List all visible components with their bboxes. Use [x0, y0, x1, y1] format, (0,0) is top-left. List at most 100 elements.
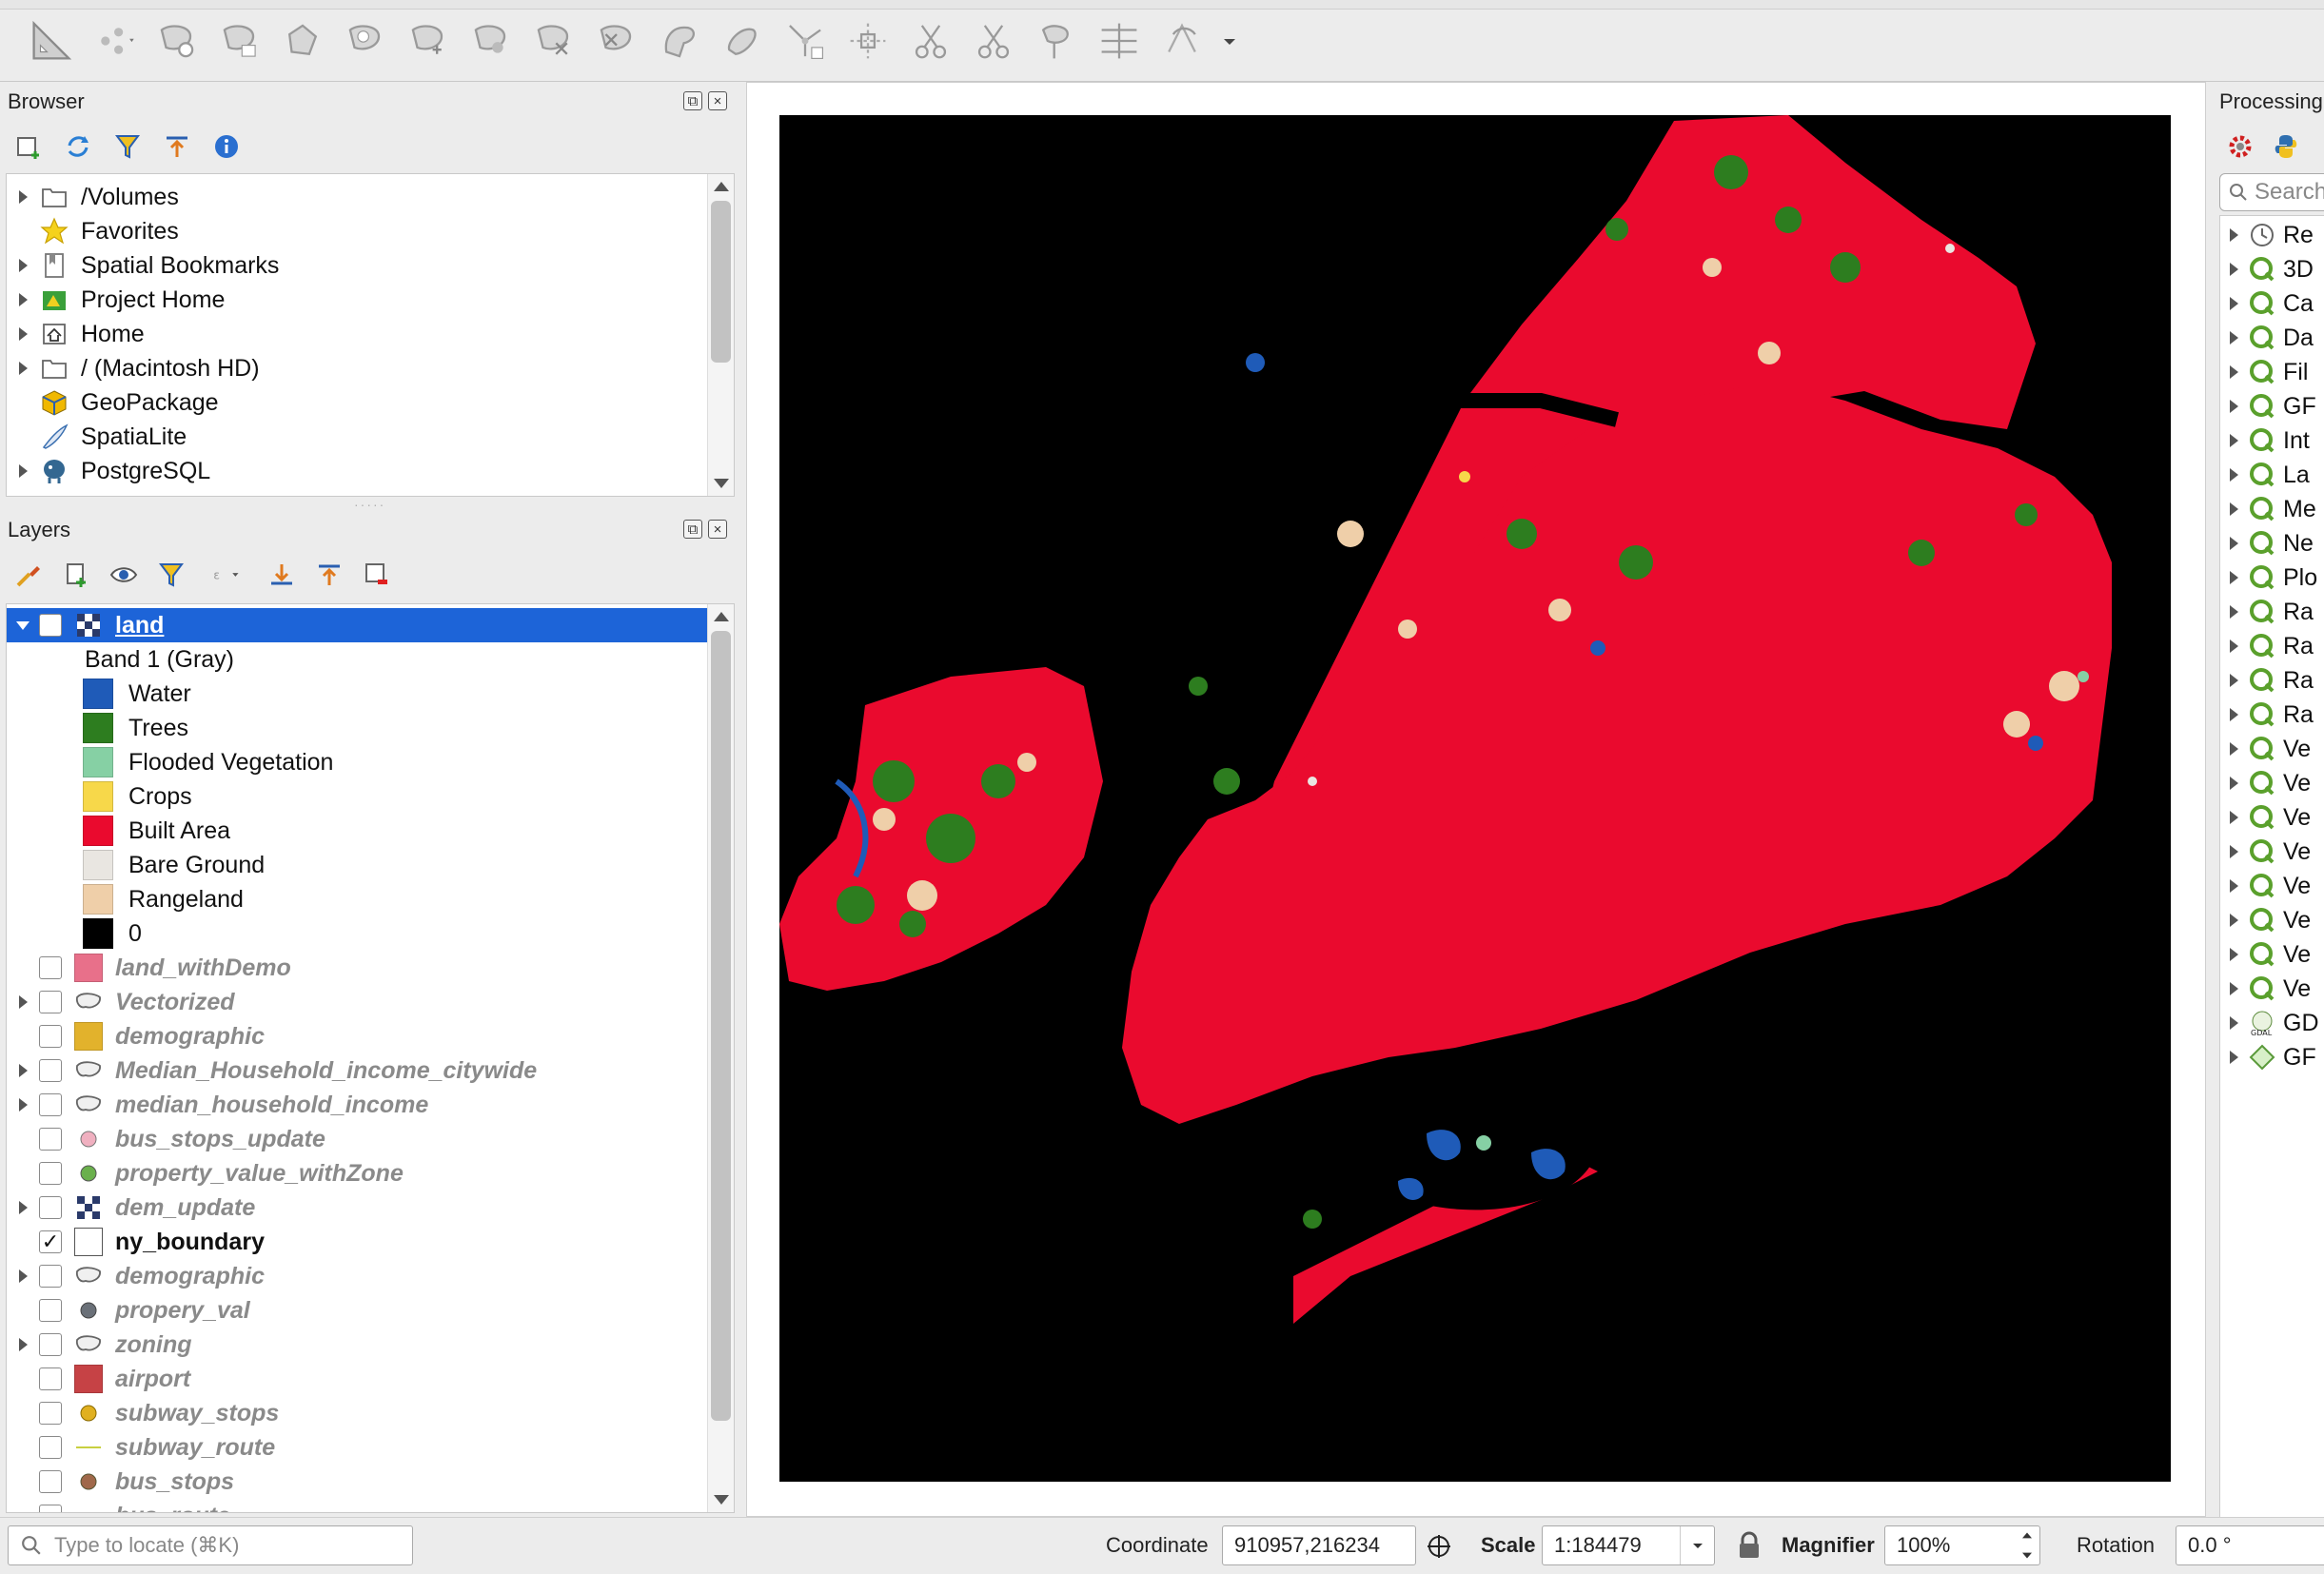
- layer-styling-icon[interactable]: [13, 560, 44, 590]
- expand-arrow-icon[interactable]: [18, 995, 28, 1009]
- close-panel-icon[interactable]: ×: [708, 520, 727, 539]
- collapse-all-icon[interactable]: [162, 131, 192, 162]
- layer-visibility-checkbox[interactable]: [39, 1128, 62, 1151]
- browser-item[interactable]: Home: [7, 317, 145, 351]
- layer-visibility-checkbox[interactable]: [39, 1093, 62, 1116]
- expand-arrow-icon[interactable]: [2229, 1016, 2238, 1030]
- coordinate-field[interactable]: 910957,216234: [1222, 1525, 1416, 1565]
- layer-row[interactable]: bus_stops: [7, 1465, 234, 1499]
- layer-row[interactable]: subway_stops: [7, 1396, 279, 1430]
- lock-icon[interactable]: [1736, 1531, 1763, 1560]
- processing-provider[interactable]: 3D: [2220, 252, 2314, 286]
- collapse-all-layers-icon[interactable]: [314, 560, 345, 590]
- layer-row[interactable]: propery_val: [7, 1293, 250, 1328]
- expand-arrow-icon[interactable]: [18, 190, 28, 204]
- layer-visibility-checkbox[interactable]: [39, 1505, 62, 1512]
- expand-arrow-icon[interactable]: [2229, 879, 2238, 893]
- expand-arrow-icon[interactable]: [2229, 400, 2238, 413]
- offset-icon[interactable]: [718, 16, 767, 66]
- expand-arrow-icon[interactable]: [2229, 605, 2238, 619]
- chevron-down-icon[interactable]: [1220, 16, 1239, 66]
- processing-provider[interactable]: Int: [2220, 423, 2310, 458]
- processing-provider[interactable]: GF: [2220, 1040, 2316, 1074]
- layer-visibility-checkbox[interactable]: [39, 1333, 62, 1356]
- layer-row[interactable]: property_value_withZone: [7, 1156, 404, 1190]
- expand-arrow-icon[interactable]: [2229, 365, 2238, 379]
- expand-arrow-icon[interactable]: [18, 293, 28, 306]
- expand-arrow-icon[interactable]: [18, 464, 28, 478]
- expand-arrow-icon[interactable]: [18, 1201, 28, 1214]
- vertex-tool-icon[interactable]: [780, 16, 830, 66]
- expand-arrow-icon[interactable]: [2229, 948, 2238, 961]
- layer-row[interactable]: zoning: [7, 1328, 192, 1362]
- processing-provider[interactable]: Ne: [2220, 526, 2314, 561]
- measure-icon[interactable]: [27, 16, 76, 66]
- add-group-icon[interactable]: [61, 560, 91, 590]
- processing-provider[interactable]: Ve: [2220, 972, 2311, 1006]
- processing-provider[interactable]: Ra: [2220, 663, 2314, 698]
- expand-arrow-icon[interactable]: [2229, 777, 2238, 790]
- add-part-icon[interactable]: [404, 16, 453, 66]
- filter-icon[interactable]: [112, 131, 143, 162]
- magnifier-spinbox[interactable]: 100%: [1884, 1525, 2040, 1565]
- filter-legend-icon[interactable]: [156, 560, 187, 590]
- fill-ring-icon[interactable]: [466, 16, 516, 66]
- remove-layer-icon[interactable]: [362, 560, 392, 590]
- layer-row[interactable]: subway_route: [7, 1430, 275, 1465]
- expand-arrow-icon[interactable]: [2229, 571, 2238, 584]
- snapping-icon[interactable]: [843, 16, 893, 66]
- expand-arrow-icon[interactable]: [2229, 263, 2238, 276]
- expand-arrow-icon[interactable]: [18, 1098, 28, 1112]
- visibility-icon[interactable]: [108, 560, 139, 590]
- expand-arrow-icon[interactable]: [2229, 297, 2238, 310]
- add-layer-icon[interactable]: [13, 131, 44, 162]
- browser-item[interactable]: Spatial Bookmarks: [7, 248, 279, 283]
- layer-row[interactable]: airport: [7, 1362, 190, 1396]
- layer-visibility-checkbox[interactable]: [39, 1402, 62, 1425]
- chevron-down-icon[interactable]: [1680, 1526, 1714, 1564]
- processing-provider[interactable]: Fil: [2220, 355, 2308, 389]
- scale-combobox[interactable]: 1:184479: [1542, 1525, 1715, 1565]
- expand-arrow-icon[interactable]: [2229, 537, 2238, 550]
- expand-arrow-icon[interactable]: [18, 362, 28, 375]
- layer-visibility-checkbox[interactable]: [39, 1162, 62, 1185]
- processing-provider[interactable]: Ra: [2220, 595, 2314, 629]
- layer-row[interactable]: median_household_income: [7, 1088, 428, 1122]
- add-point-icon[interactable]: [89, 16, 139, 66]
- panel-splitter[interactable]: ·····: [354, 497, 385, 512]
- layer-row-land[interactable]: ✓ land: [7, 608, 707, 642]
- expand-arrow-icon[interactable]: [2229, 228, 2238, 242]
- layer-row[interactable]: Median_Household_income_citywide: [7, 1053, 537, 1088]
- expand-arrow-icon[interactable]: [2229, 708, 2238, 721]
- processing-provider[interactable]: Ra: [2220, 629, 2314, 663]
- processing-provider[interactable]: Ve: [2220, 766, 2311, 800]
- processing-provider[interactable]: Ve: [2220, 732, 2311, 766]
- expand-arrow-icon[interactable]: [2229, 1051, 2238, 1064]
- add-ring-icon[interactable]: [341, 16, 390, 66]
- layer-visibility-checkbox[interactable]: [39, 991, 62, 1013]
- expand-arrow-icon[interactable]: [2229, 434, 2238, 447]
- layer-visibility-checkbox[interactable]: [39, 1196, 62, 1219]
- expand-arrow-icon[interactable]: [2229, 502, 2238, 516]
- browser-item[interactable]: GeoPackage: [7, 385, 219, 420]
- layer-row[interactable]: bus_route: [7, 1499, 230, 1512]
- layer-row[interactable]: demographic: [7, 1259, 265, 1293]
- processing-provider[interactable]: Ca: [2220, 286, 2314, 321]
- close-panel-icon[interactable]: ×: [708, 91, 727, 110]
- refresh-icon[interactable]: [63, 131, 93, 162]
- layer-visibility-checkbox[interactable]: [39, 1299, 62, 1322]
- expand-all-icon[interactable]: [266, 560, 297, 590]
- rotation-field[interactable]: 0.0 °: [2176, 1525, 2324, 1565]
- extents-toggle-icon[interactable]: [1424, 1531, 1454, 1562]
- layer-visibility-checkbox[interactable]: [39, 1367, 62, 1390]
- collapse-arrow-icon[interactable]: [16, 620, 30, 630]
- processing-provider[interactable]: Ve: [2220, 800, 2311, 835]
- browser-item[interactable]: / (Macintosh HD): [7, 351, 260, 385]
- layer-visibility-checkbox[interactable]: ✓: [39, 614, 62, 637]
- browser-item[interactable]: Project Home: [7, 283, 225, 317]
- float-panel-icon[interactable]: ⧉: [683, 91, 702, 110]
- float-panel-icon[interactable]: ⧉: [683, 520, 702, 539]
- layer-visibility-checkbox[interactable]: [39, 1059, 62, 1082]
- layer-row[interactable]: bus_stops_update: [7, 1122, 325, 1156]
- map-canvas[interactable]: [746, 82, 2206, 1517]
